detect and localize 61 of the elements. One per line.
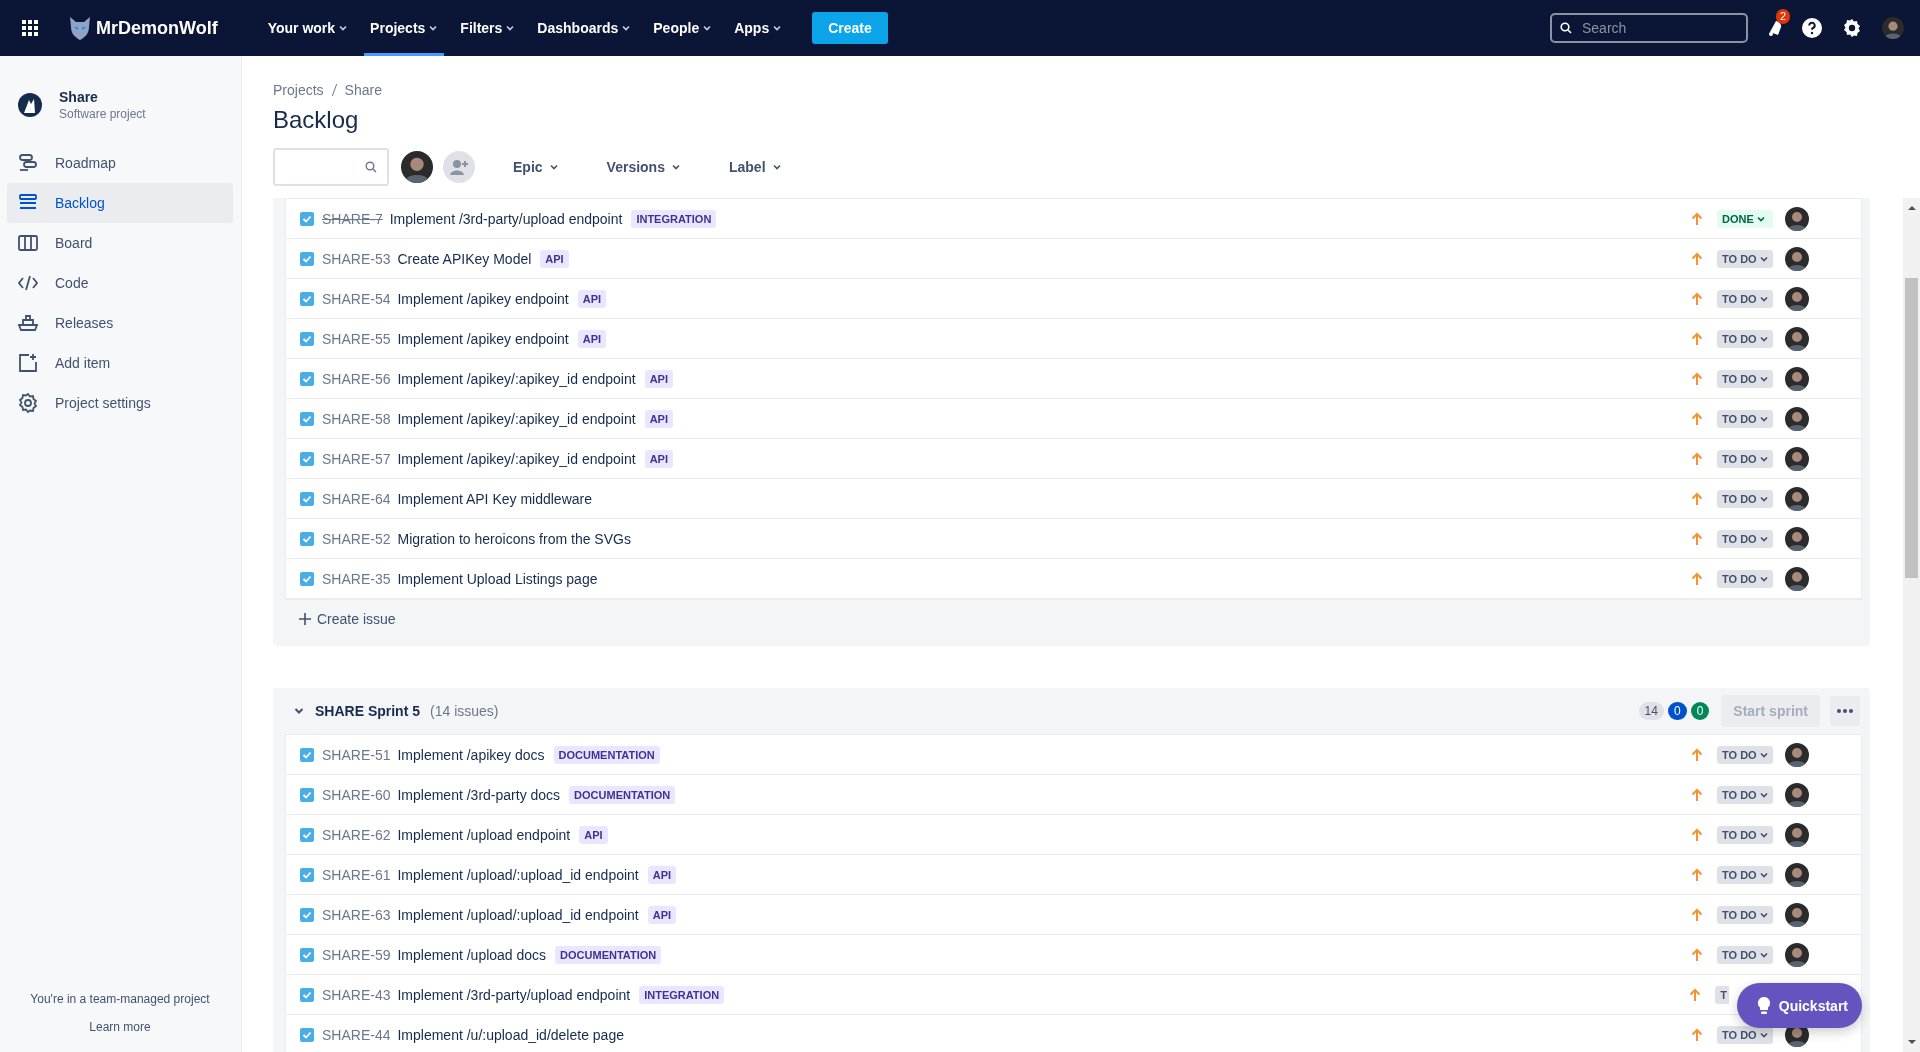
issue-summary: Implement /apikey/:apikey_id endpoint [397,410,636,427]
issue-summary: Implement /upload/:upload_id endpoint [397,866,639,883]
issue-key: SHARE-63 [322,906,391,923]
issue-label: DOCUMENTATION [555,945,662,964]
issue-label: INTEGRATION [639,985,725,1004]
logo-text: MrDemonWolf [96,17,218,39]
issue-key: SHARE-60 [322,786,391,803]
issue-count: (14 issues) [430,703,499,719]
issue-label: API [540,249,569,268]
issue-summary: Migration to heroicons from the SVGs [397,530,631,547]
issue-summary: Implement Upload Listings page [397,570,598,587]
issue-label: DOCUMENTATION [569,785,676,804]
issue-key: SHARE-55 [322,330,391,347]
issue-label: API [644,409,673,428]
issue-summary: Implement /u/:upload_id/delete page [397,1026,624,1043]
issue-label: API [577,329,607,348]
issue-key: SHARE-56 [322,370,391,387]
issue-key: SHARE-58 [322,410,391,427]
issue-label: API [647,865,677,884]
issue-label: API [579,825,608,844]
issue-key: SHARE-64 [322,490,391,507]
issue-key: SHARE-59 [322,946,391,963]
issue-label: API [644,369,673,388]
issue-key: SHARE-57 [322,450,391,467]
issue-summary: Implement /apikey endpoint [397,290,569,307]
project-name: Share [59,89,99,105]
issue-label: API [577,289,607,308]
issue-key: SHARE-52 [322,530,391,547]
issue-summary: Implement /3rd-party/upload endpoint [389,210,623,227]
status-count: 14 [1638,702,1664,720]
issue-summary: Implement /3rd-party docs [397,786,561,803]
project-type: Software project [59,107,146,121]
issue-key: SHARE-53 [322,250,391,267]
issue-label: INTEGRATION [631,209,717,228]
issue-summary: Create APIKey Model [397,250,532,267]
notification-badge: 2 [1776,9,1791,24]
team-managed-note: You're in a team-managed project [29,992,211,1006]
issue-key: SHARE-35 [322,570,391,587]
issue-summary: Implement /upload/:upload_id endpoint [397,906,639,923]
issue-key: SHARE-54 [322,290,391,307]
status-count: 0 [1667,702,1687,720]
issue-summary: Implement /upload docs [397,946,547,963]
issue-summary: Implement /apikey docs [397,746,545,763]
issue-summary: Implement /3rd-party/upload endpoint [397,986,631,1003]
sprint-name: SHARE Sprint 5 [315,703,420,719]
issue-label: API [644,449,673,468]
page-title: Backlog [273,106,360,134]
issue-key: SHARE-62 [322,826,391,843]
issue-key: SHARE-44 [322,1026,391,1043]
issue-summary: Implement API Key middleware [397,490,592,507]
issue-label: DOCUMENTATION [553,745,660,764]
issue-key: SHARE-51 [322,746,391,763]
status-count: 0 [1690,702,1710,720]
issue-key: SHARE-61 [322,866,391,883]
issue-key: SHARE-7 [322,210,383,227]
issue-summary: Implement /apikey/:apikey_id endpoint [397,370,636,387]
issue-key: SHARE-43 [322,986,391,1003]
issue-summary: Implement /upload endpoint [397,826,571,843]
issue-summary: Implement /apikey endpoint [397,330,569,347]
issue-summary: Implement /apikey/:apikey_id endpoint [397,450,636,467]
issue-label: API [647,905,677,924]
